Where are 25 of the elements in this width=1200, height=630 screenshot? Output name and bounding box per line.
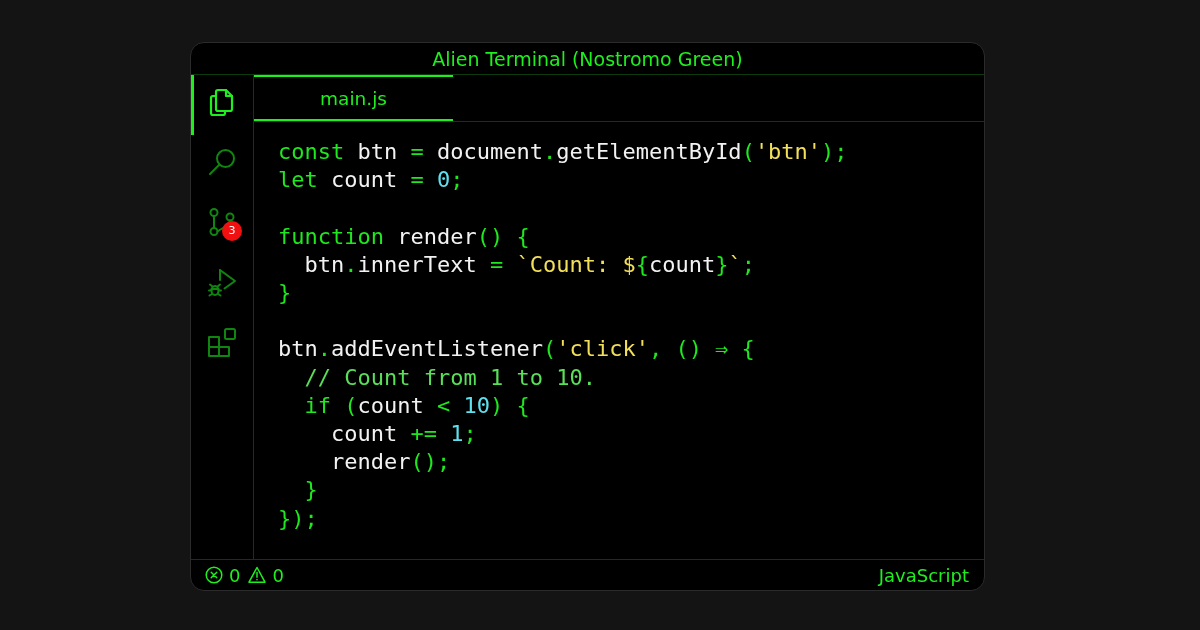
- language-label: JavaScript: [878, 564, 969, 586]
- code-line: btn.addEventListener('click', () ⇒ {: [278, 335, 755, 364]
- code-line: });: [278, 504, 318, 533]
- window-title: Alien Terminal (Nostromo Green): [432, 47, 743, 70]
- error-count: 0: [229, 564, 241, 586]
- code-line: btn.innerText = `Count: ${count}`;: [304, 250, 755, 279]
- warning-icon: [248, 566, 267, 584]
- play-bug-icon: [207, 267, 237, 297]
- notification-badge: 3: [222, 221, 242, 241]
- code-line: count += 1;: [330, 420, 477, 448]
- code-line: }: [304, 476, 318, 505]
- error-icon: [205, 566, 223, 584]
- code-line: render();: [330, 448, 451, 477]
- code-line: const btn = document.getElementById('btn');: [278, 138, 848, 166]
- code-line: function render() {: [278, 222, 530, 251]
- branch-icon: [207, 207, 237, 237]
- warning-count: 0: [272, 564, 284, 586]
- search-icon: [207, 147, 237, 177]
- code-line: if (count < 10) {: [304, 391, 530, 420]
- code-line: let count = 0;: [278, 166, 464, 195]
- code-line: // Count from 1 to 10.: [304, 363, 596, 392]
- squares-icon: [207, 327, 237, 357]
- activity-tab[interactable]: 3: [191, 195, 253, 255]
- code-line: }: [278, 279, 292, 307]
- editor-tab[interactable]: main.js: [254, 75, 453, 121]
